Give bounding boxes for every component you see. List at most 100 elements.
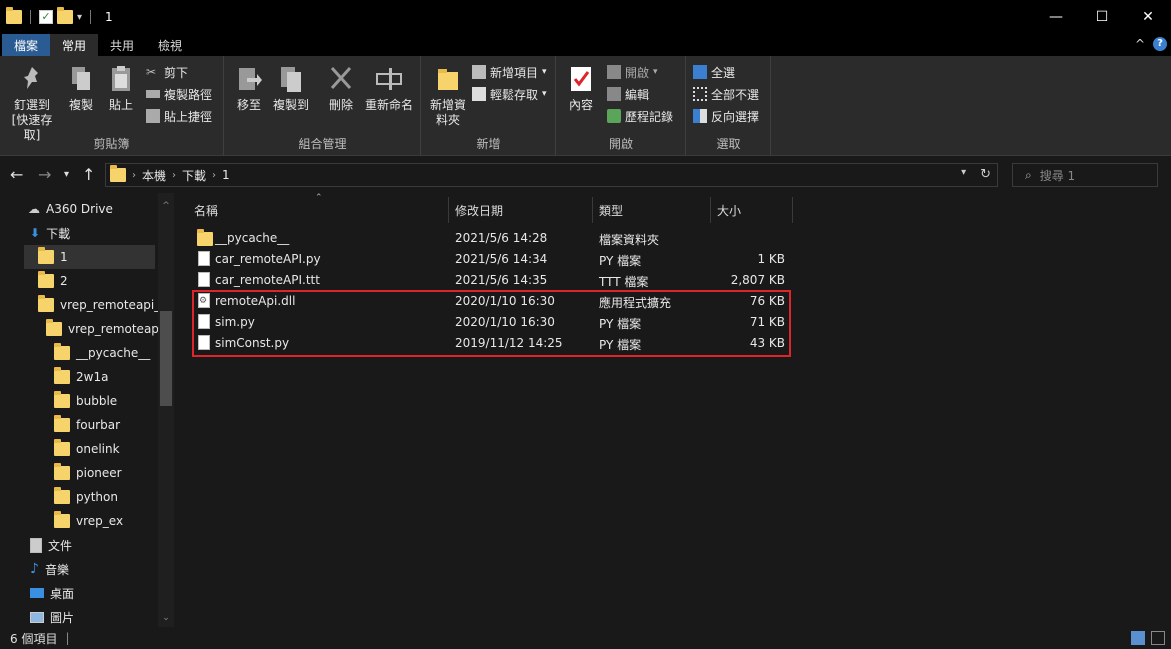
breadcrumb-downloads[interactable]: 下載 (182, 167, 206, 184)
scroll-thumb[interactable] (160, 311, 172, 406)
sidebar-item-python[interactable]: python (54, 485, 118, 509)
open-button[interactable]: 開啟 ▾ (607, 62, 658, 82)
sidebar-item-vrep-remoteapi[interactable]: vrep_remoteapi_ (46, 317, 168, 341)
ribbon: 釘選到 [快速存取] 複製 貼上 ✂ 剪下 複製路徑 貼上捷徑 剪貼簿 移至 複… (0, 56, 1171, 156)
paste-shortcut-button[interactable]: 貼上捷徑 (146, 106, 212, 126)
chevron-down-icon: ▾ (653, 67, 658, 77)
folder-icon (38, 247, 54, 264)
column-divider[interactable] (792, 197, 793, 223)
sidebar-item-music[interactable]: ♪ 音樂 (30, 557, 69, 581)
copy-to-icon (281, 67, 301, 92)
sidebar-item-documents[interactable]: 文件 (30, 533, 72, 557)
address-bar[interactable]: › 本機 › 下載 › 1 ▾ ↻ (105, 163, 998, 187)
tab-share[interactable]: 共用 (98, 34, 146, 56)
search-input[interactable]: ⌕ 搜尋 1 (1012, 163, 1158, 187)
maximize-button[interactable]: ☐ (1079, 0, 1125, 34)
sidebar-item-label: python (76, 490, 118, 504)
sidebar-item-fourbar[interactable]: fourbar (54, 413, 120, 437)
sidebar-scrollbar[interactable]: ^ ⌄ (158, 193, 174, 627)
history-button[interactable]: 歷程記錄 (607, 106, 673, 126)
select-all-label: 全選 (711, 65, 736, 80)
column-divider[interactable] (592, 197, 593, 223)
edit-button[interactable]: 編輯 (607, 84, 649, 104)
sidebar-item-vrep-remoteapi-e[interactable]: vrep_remoteapi_e (38, 293, 168, 317)
paste-button[interactable]: 貼上 (104, 64, 138, 113)
chevron-right-icon[interactable]: › (212, 170, 216, 181)
table-row[interactable]: car_remoteAPI.ttt 2021/5/6 14:35 TTT 檔案 … (192, 270, 792, 291)
sidebar-item-pycache[interactable]: __pycache__ (54, 341, 150, 365)
copy-button[interactable]: 複製 (64, 64, 98, 113)
invert-selection-button[interactable]: 反向選擇 (693, 106, 759, 126)
sidebar-item-pioneer[interactable]: pioneer (54, 461, 122, 485)
chevron-right-icon[interactable]: › (132, 170, 136, 181)
sidebar-item-1[interactable]: 1 (24, 245, 155, 269)
properties-button[interactable]: 內容 (565, 64, 597, 113)
refresh-icon[interactable]: ↻ (980, 167, 991, 182)
address-history-icon[interactable]: ▾ (961, 167, 966, 182)
delete-button[interactable]: 刪除 (325, 64, 357, 113)
copy-path-button[interactable]: 複製路徑 (146, 84, 212, 104)
chevron-down-icon: ▾ (542, 89, 547, 99)
open-label: 開啟 (625, 65, 650, 80)
copy-to-button[interactable]: 複製到 (271, 64, 311, 113)
table-row[interactable]: car_remoteAPI.py 2021/5/6 14:34 PY 檔案 1 … (192, 249, 792, 270)
pin-icon (24, 67, 38, 89)
breadcrumb-current[interactable]: 1 (222, 168, 230, 182)
column-header-size[interactable]: 大小 (717, 199, 741, 221)
new-folder-button[interactable]: 新增資料夾 (426, 64, 470, 128)
sidebar-item-a360-drive[interactable]: ☁ A360 Drive (28, 197, 113, 221)
minimize-button[interactable]: — (1033, 0, 1079, 34)
back-arrow-icon[interactable]: ← (10, 165, 23, 184)
file-date: 2021/5/6 14:35 (455, 273, 548, 287)
sidebar-item-2w1a[interactable]: 2w1a (54, 365, 108, 389)
new-folder-icon[interactable] (57, 7, 73, 24)
tab-file[interactable]: 檔案 (2, 34, 51, 56)
sidebar-item-vrep-ex[interactable]: vrep_ex (54, 509, 123, 533)
rename-button[interactable]: 重新命名 (363, 64, 415, 113)
recent-locations-icon[interactable]: ▾ (64, 169, 69, 180)
download-icon: ⬇ (30, 226, 41, 240)
sidebar-item-onelink[interactable]: onelink (54, 437, 120, 461)
column-header-type[interactable]: 類型 (599, 199, 623, 221)
scroll-up-icon[interactable]: ^ (160, 201, 172, 213)
scroll-down-icon[interactable]: ⌄ (160, 613, 172, 625)
sidebar-item-bubble[interactable]: bubble (54, 389, 117, 413)
large-icons-view-icon[interactable] (1151, 631, 1165, 645)
column-divider[interactable] (710, 197, 711, 223)
invert-selection-label: 反向選擇 (711, 109, 760, 124)
up-arrow-icon[interactable]: ↑ (82, 165, 95, 184)
customize-toolbar-icon[interactable]: ▾ (77, 12, 82, 23)
breadcrumb-this-pc[interactable]: 本機 (142, 167, 166, 184)
search-placeholder: 搜尋 1 (1039, 168, 1076, 183)
sidebar-item-downloads[interactable]: ⬇ 下載 (30, 221, 70, 245)
column-divider[interactable] (448, 197, 449, 223)
new-item-button[interactable]: 新增項目 ▾ (472, 62, 547, 82)
sidebar-item-label: fourbar (76, 418, 121, 432)
table-row[interactable]: __pycache__ 2021/5/6 14:28 檔案資料夾 (192, 228, 792, 249)
column-header-name[interactable]: 名稱 (194, 199, 218, 221)
details-view-icon[interactable] (1131, 631, 1145, 645)
tab-view[interactable]: 檢視 (146, 34, 194, 56)
properties-icon[interactable]: ✓ (39, 10, 53, 24)
select-none-button[interactable]: 全部不選 (693, 84, 759, 104)
tab-home[interactable]: 常用 (50, 34, 99, 56)
column-header-date[interactable]: 修改日期 (455, 199, 503, 221)
cut-button[interactable]: ✂ 剪下 (146, 62, 188, 82)
easy-access-label: 輕鬆存取 (490, 87, 539, 102)
collapse-ribbon-icon[interactable]: ^ (1135, 37, 1145, 51)
navigation-bar: ← → ▾ ↑ › 本機 › 下載 › 1 ▾ ↻ ⌕ 搜尋 1 (0, 157, 1171, 193)
pin-quick-access-button[interactable]: 釘選到 [快速存取] (6, 64, 58, 143)
chevron-right-icon[interactable]: › (172, 170, 176, 181)
organize-group: 移至 複製到 刪除 重新命名 組合管理 (225, 56, 421, 156)
copy-icon (72, 67, 90, 90)
close-button[interactable]: ✕ (1125, 0, 1171, 34)
forward-arrow-icon[interactable]: → (38, 165, 51, 184)
status-divider: | (65, 631, 70, 645)
select-all-button[interactable]: 全選 (693, 62, 735, 82)
help-icon[interactable]: ? (1153, 37, 1167, 51)
move-to-button[interactable]: 移至 (233, 64, 265, 113)
sidebar-item-desktop[interactable]: 桌面 (30, 581, 74, 605)
easy-access-button[interactable]: 輕鬆存取 ▾ (472, 84, 547, 104)
sidebar-item-pictures[interactable]: 圖片 (30, 605, 74, 627)
sidebar-item-2[interactable]: 2 (38, 269, 68, 293)
